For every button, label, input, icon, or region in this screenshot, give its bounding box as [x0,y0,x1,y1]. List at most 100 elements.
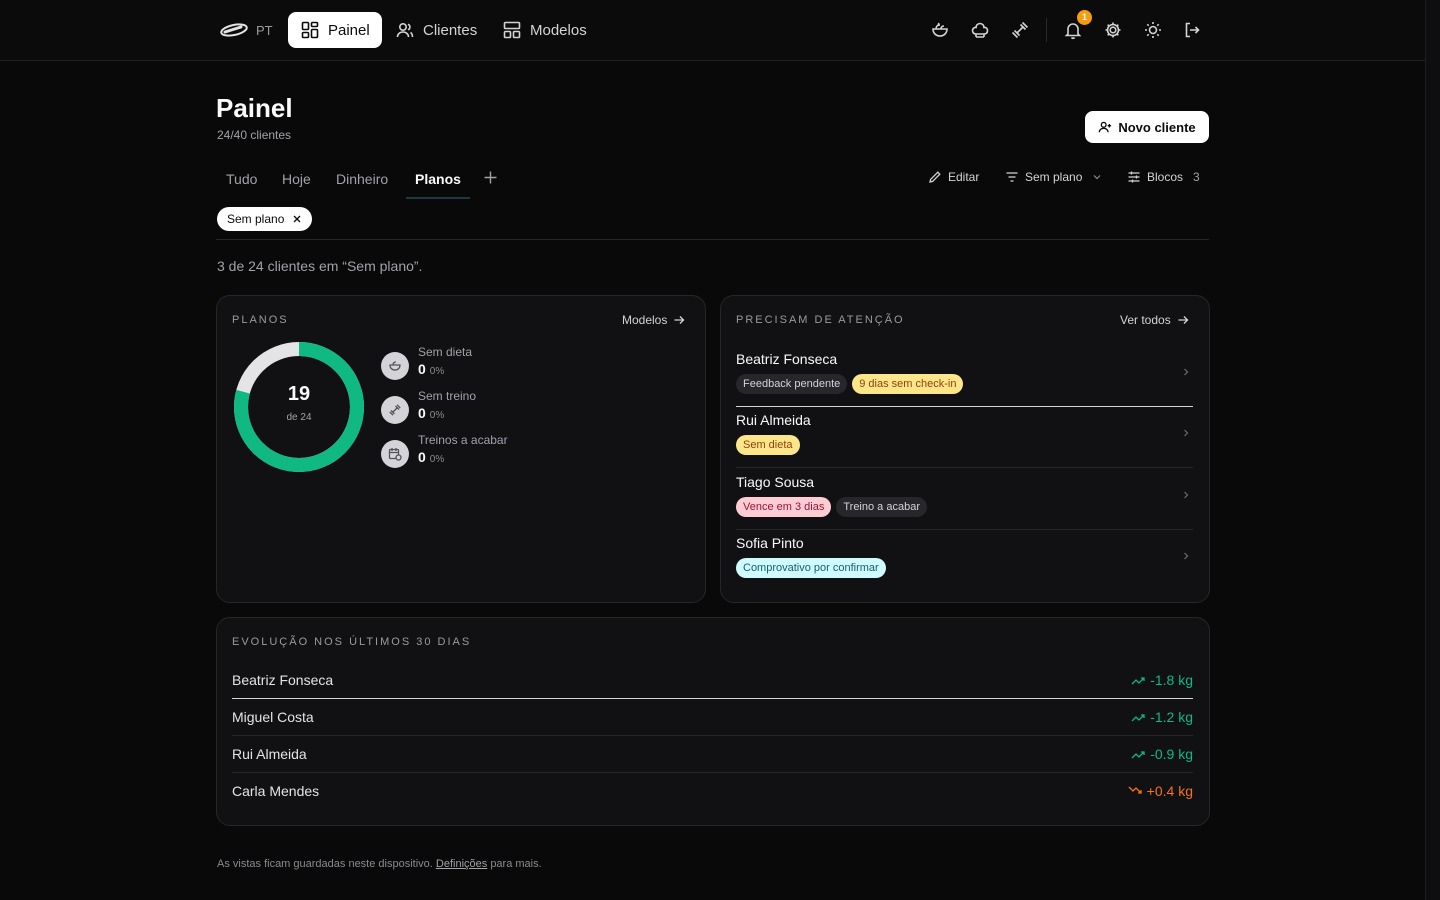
attention-card-title: PRECISAM DE ATENÇÃO [736,314,905,326]
weight-delta: -0.9 kg [1150,746,1193,762]
status-badge: Comprovativo por confirmar [736,558,886,578]
filter-icon [1006,172,1018,182]
templates-icon [503,21,521,39]
footer-text: As vistas ficam guardadas neste disposit… [217,858,433,870]
stat-value: 0 [418,361,426,377]
weight-delta: -1.8 kg [1150,672,1193,688]
brand-logo-icon[interactable] [219,20,249,40]
scrollbar[interactable] [1425,0,1440,900]
attention-row[interactable]: Sofia Pinto Comprovativo por confirmar [736,531,1193,591]
pencil-icon [929,171,941,183]
footer-note: As vistas ficam guardadas neste disposit… [217,858,542,870]
stat-sem-dieta[interactable]: Sem dieta 0 0% [381,345,472,380]
active-tab-indicator [406,197,470,199]
language-label[interactable]: PT [256,23,273,38]
user-plus-icon [1099,121,1112,133]
evolution-card-title: EVOLUÇÃO NOS ÚLTIMOS 30 DIAS [232,636,472,648]
logout-icon[interactable] [1182,20,1202,40]
tab-planos[interactable]: Planos [415,171,461,187]
dumbbell-icon[interactable] [1010,20,1030,40]
client-name: Sofia Pinto [736,535,804,551]
dumbbell-icon [389,404,401,416]
divider [216,239,1209,240]
trend-down-icon [1131,714,1145,722]
sliders-icon [1128,171,1140,183]
stat-value: 0 [418,405,426,421]
sun-icon[interactable] [1143,20,1163,40]
client-name: Carla Mendes [232,783,320,799]
client-name: Tiago Sousa [736,474,815,490]
status-badge: Sem dieta [736,435,800,455]
new-client-button[interactable]: Novo cliente [1085,111,1209,143]
attention-row[interactable]: Rui Almeida Sem dieta [736,408,1193,468]
plan-filter-label: Sem plano [1025,170,1083,184]
evolution-row[interactable]: Miguel Costa -1.2 kg [232,699,1193,736]
stat-sem-treino[interactable]: Sem treino 0 0% [381,389,476,424]
templates-link-label: Modelos [622,313,668,327]
evolution-row[interactable]: Beatriz Fonseca -1.8 kg [232,662,1193,699]
nav-clientes[interactable]: Clientes [383,12,489,48]
users-icon [396,22,414,38]
blocks-count: 3 [1193,170,1200,184]
evolution-row[interactable]: Carla Mendes +0.4 kg [232,773,1193,810]
donut-value: 19 [287,383,311,405]
filter-chip-label: Sem plano [227,212,285,226]
blocks-button[interactable]: Blocos 3 [1127,170,1200,184]
nav-modelos-label: Modelos [530,21,587,39]
attention-row[interactable]: Beatriz Fonseca Feedback pendente 9 dias… [736,347,1193,407]
trend-up-icon [1128,786,1142,794]
plan-filter-dropdown[interactable]: Sem plano [1005,170,1102,184]
stat-percent: 0% [429,454,445,465]
trend-down-icon [1131,751,1145,759]
view-all-label: Ver todos [1120,313,1171,327]
new-client-label: Novo cliente [1118,119,1196,135]
tab-tudo[interactable]: Tudo [226,171,257,187]
stat-label: Sem treino [418,389,477,403]
evolution-row[interactable]: Rui Almeida -0.9 kg [232,736,1193,773]
diet-icon[interactable] [930,20,950,40]
plans-card-title: PLANOS [232,314,289,326]
stat-treinos-a-acabar[interactable]: Treinos a acabar 0 0% [381,433,508,468]
chevron-right-icon [1184,429,1189,437]
stat-label: Sem dieta [418,345,473,359]
client-name: Beatriz Fonseca [736,351,838,367]
filter-summary: 3 de 24 clientes em “Sem plano”. [217,258,423,274]
view-all-link[interactable]: Ver todos [1120,313,1189,327]
attention-row[interactable]: Tiago Sousa Vence em 3 dias Treino a aca… [736,470,1193,530]
close-icon[interactable] [292,214,302,224]
gear-icon[interactable] [1103,20,1123,40]
edit-button[interactable]: Editar [928,170,979,184]
status-badge: Treino a acabar [836,497,927,517]
tab-hoje[interactable]: Hoje [282,171,311,187]
active-filter-chip[interactable]: Sem plano [217,207,313,231]
row-divider [736,529,1193,530]
stat-percent: 0% [429,410,445,421]
toolbar-divider [1046,18,1047,42]
chevron-down-icon [1093,175,1101,180]
nav-modelos[interactable]: Modelos [490,12,599,48]
templates-link[interactable]: Modelos [622,313,685,327]
status-badge: 9 dias sem check-in [852,374,964,394]
chevron-right-icon [1184,552,1189,560]
notification-badge: 1 [1077,10,1092,25]
nav-painel-label: Painel [328,21,370,39]
dashboard-icon [301,21,319,39]
trend-down-icon [1131,677,1145,685]
client-name: Rui Almeida [232,746,307,762]
stat-label: Treinos a acabar [418,433,508,447]
arrow-right-icon [674,316,685,324]
chef-hat-icon[interactable] [970,20,990,40]
nav-clientes-label: Clientes [423,21,478,39]
donut-subtitle: de 24 [286,412,312,423]
tab-dinheiro[interactable]: Dinheiro [336,171,388,187]
calendar-clock-icon [388,448,402,461]
add-tab-icon[interactable] [483,170,498,185]
client-name: Rui Almeida [736,412,811,428]
row-divider [736,406,1193,407]
client-name: Miguel Costa [232,709,314,725]
nav-painel[interactable]: Painel [288,12,382,48]
client-name: Beatriz Fonseca [232,672,334,688]
settings-link[interactable]: Definições [436,858,487,870]
row-divider [736,467,1193,468]
edit-label: Editar [948,170,980,184]
